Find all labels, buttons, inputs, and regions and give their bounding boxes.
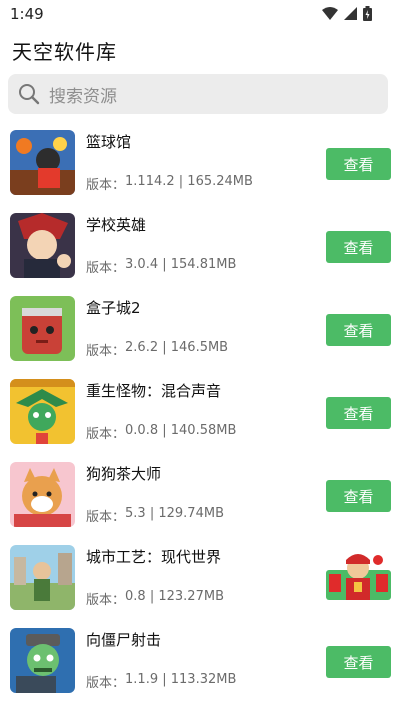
view-button[interactable]: 查看 — [326, 314, 391, 346]
app-name: 重生怪物：混合声音 — [86, 382, 222, 400]
list-item[interactable]: 篮球馆 版本： 1.114.2 | 165.24MB 查看 — [0, 130, 400, 200]
view-button[interactable]: 查看 — [326, 480, 391, 512]
red-envelope-promo-icon[interactable] — [326, 550, 391, 607]
list-item[interactable]: 重生怪物：混合声音 版本： 0.0.8 | 140.58MB 查看 — [0, 379, 400, 449]
list-item[interactable]: 城市工艺：现代世界 版本： 0.8 | 123.27MB — [0, 545, 400, 615]
search-input[interactable]: 搜索资源 — [8, 74, 388, 114]
list-item[interactable]: 向僵尸射击 版本： 1.1.9 | 113.32MB 查看 — [0, 628, 400, 698]
search-icon — [19, 84, 40, 105]
app-name: 学校英雄 — [86, 216, 147, 234]
app-meta: 版本： 3.0.4 | 154.81MB — [86, 257, 237, 276]
page-title: 天空软件库 — [12, 40, 117, 64]
list-item[interactable]: 狗狗茶大师 版本： 5.3 | 129.74MB 查看 — [0, 462, 400, 532]
app-meta: 版本： 0.0.8 | 140.58MB — [86, 423, 237, 442]
list-item[interactable]: 盒子城2 版本： 2.6.2 | 146.5MB 查看 — [0, 296, 400, 366]
search-placeholder: 搜索资源 — [49, 86, 117, 107]
view-button[interactable]: 查看 — [326, 231, 391, 263]
battery-icon — [363, 6, 372, 21]
view-button[interactable]: 查看 — [326, 397, 391, 429]
basketball-app-icon[interactable] — [10, 130, 75, 195]
dog-tea-app-icon[interactable] — [10, 462, 75, 527]
list-item[interactable]: 学校英雄 版本： 3.0.4 | 154.81MB 查看 — [0, 213, 400, 283]
wifi-icon — [322, 7, 338, 20]
app-name: 篮球馆 — [86, 133, 132, 151]
view-button[interactable]: 查看 — [326, 646, 391, 678]
status-time: 1:49 — [10, 5, 44, 23]
app-name: 向僵尸射击 — [86, 631, 162, 649]
app-meta: 版本： 0.8 | 123.27MB — [86, 589, 224, 608]
app-name: 狗狗茶大师 — [86, 465, 162, 483]
zombie-shooter-app-icon[interactable] — [10, 628, 75, 693]
signal-icon — [344, 7, 357, 20]
app-meta: 版本： 5.3 | 129.74MB — [86, 506, 224, 525]
app-name: 盒子城2 — [86, 299, 141, 317]
app-meta: 版本： 2.6.2 | 146.5MB — [86, 340, 229, 359]
status-bar: 1:49 — [0, 0, 400, 28]
app-meta: 版本： 1.1.9 | 113.32MB — [86, 672, 237, 691]
monster-app-icon[interactable] — [10, 379, 75, 444]
app-name: 城市工艺：现代世界 — [86, 548, 222, 566]
view-button[interactable]: 查看 — [326, 148, 391, 180]
box-city-app-icon[interactable] — [10, 296, 75, 361]
city-craft-app-icon[interactable] — [10, 545, 75, 610]
school-hero-app-icon[interactable] — [10, 213, 75, 278]
app-meta: 版本： 1.114.2 | 165.24MB — [86, 174, 253, 193]
status-icons — [322, 6, 372, 21]
